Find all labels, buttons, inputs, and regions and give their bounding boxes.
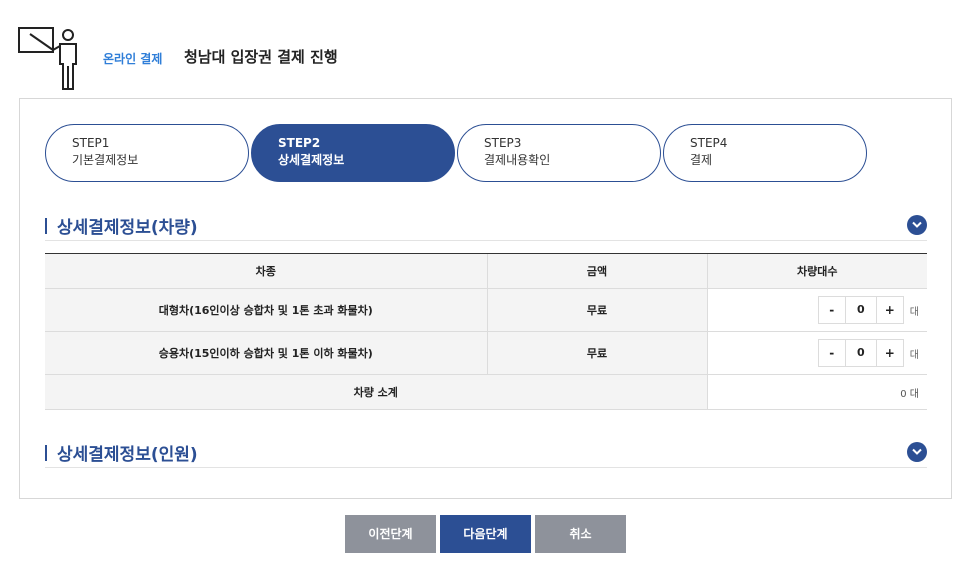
breadcrumb[interactable]: 온라인 결제 [103, 50, 162, 67]
decrement-button[interactable]: - [817, 296, 846, 324]
vehicle-count-cell: - 0 + 대 [706, 331, 927, 375]
section-bar [45, 445, 47, 461]
next-step-button[interactable]: 다음단계 [440, 515, 531, 553]
table-row: 대형차(16인이상 승합차 및 1톤 초과 화물차) 무료 - 0 + 대 [45, 288, 927, 332]
vehicle-price: 무료 [486, 331, 707, 375]
table-header-row: 차종 금액 차량대수 [45, 253, 927, 289]
step-name: 결제 [690, 153, 713, 167]
section-title: 상세결제정보(차량) [57, 218, 198, 238]
page-header: 온라인 결제 청남대 입장권 결제 진행 [18, 26, 618, 92]
subtotal-value-cell: 0 대 [706, 374, 927, 410]
quantity-stepper: - 0 + [817, 296, 904, 324]
vehicle-count-cell: - 0 + 대 [706, 288, 927, 332]
step-name: 결제내용확인 [484, 153, 551, 167]
payment-panel: STEP1 기본결제정보 STEP2 상세결제정보 STEP3 결제내용확인 S… [19, 98, 952, 499]
quantity-value[interactable]: 0 [845, 339, 876, 367]
step-name: 기본결제정보 [72, 153, 139, 167]
step-name: 상세결제정보 [278, 153, 345, 167]
person-section-header: 상세결제정보(인원) [45, 438, 927, 468]
vehicle-type: 대형차(16인이상 승합차 및 1톤 초과 화물차) [45, 288, 487, 332]
step-number: STEP1 [72, 136, 110, 150]
section-title: 상세결제정보(인원) [57, 445, 198, 465]
decrement-button[interactable]: - [817, 339, 846, 367]
quantity-stepper: - 0 + [817, 339, 904, 367]
subtotal-label: 차량 소계 [45, 374, 707, 410]
vehicle-table: 차종 금액 차량대수 대형차(16인이상 승합차 및 1톤 초과 화물차) 무료… [45, 253, 927, 410]
quantity-value[interactable]: 0 [845, 296, 876, 324]
presenter-board-icon [18, 27, 77, 90]
page-title: 청남대 입장권 결제 진행 [184, 48, 338, 66]
subtotal-value: 0 대 [900, 388, 919, 400]
step-indicator: STEP1 기본결제정보 STEP2 상세결제정보 STEP3 결제내용확인 S… [45, 124, 895, 182]
increment-button[interactable]: + [875, 296, 904, 324]
increment-button[interactable]: + [875, 339, 904, 367]
vehicle-section-header: 상세결제정보(차량) [45, 211, 927, 241]
column-header: 금액 [486, 253, 707, 289]
step-2[interactable]: STEP2 상세결제정보 [251, 124, 455, 182]
chevron-down-icon[interactable] [907, 442, 927, 462]
step-number: STEP3 [484, 136, 522, 150]
column-header: 차량대수 [706, 253, 927, 289]
vehicle-type: 승용차(15인이하 승합차 및 1톤 이하 화물차) [45, 331, 487, 375]
unit-label: 대 [909, 306, 919, 318]
unit-label: 대 [909, 349, 919, 361]
table-row: 승용차(15인이하 승합차 및 1톤 이하 화물차) 무료 - 0 + 대 [45, 331, 927, 375]
column-header: 차종 [45, 253, 487, 289]
step-number: STEP4 [690, 136, 728, 150]
cancel-button[interactable]: 취소 [535, 515, 626, 553]
vehicle-price: 무료 [486, 288, 707, 332]
section-bar [45, 218, 47, 234]
subtotal-row: 차량 소계 0 대 [45, 374, 927, 410]
step-3[interactable]: STEP3 결제내용확인 [457, 124, 661, 182]
chevron-down-icon[interactable] [907, 215, 927, 235]
step-1[interactable]: STEP1 기본결제정보 [45, 124, 249, 182]
step-4[interactable]: STEP4 결제 [663, 124, 867, 182]
prev-step-button[interactable]: 이전단계 [345, 515, 436, 553]
step-number: STEP2 [278, 136, 321, 150]
